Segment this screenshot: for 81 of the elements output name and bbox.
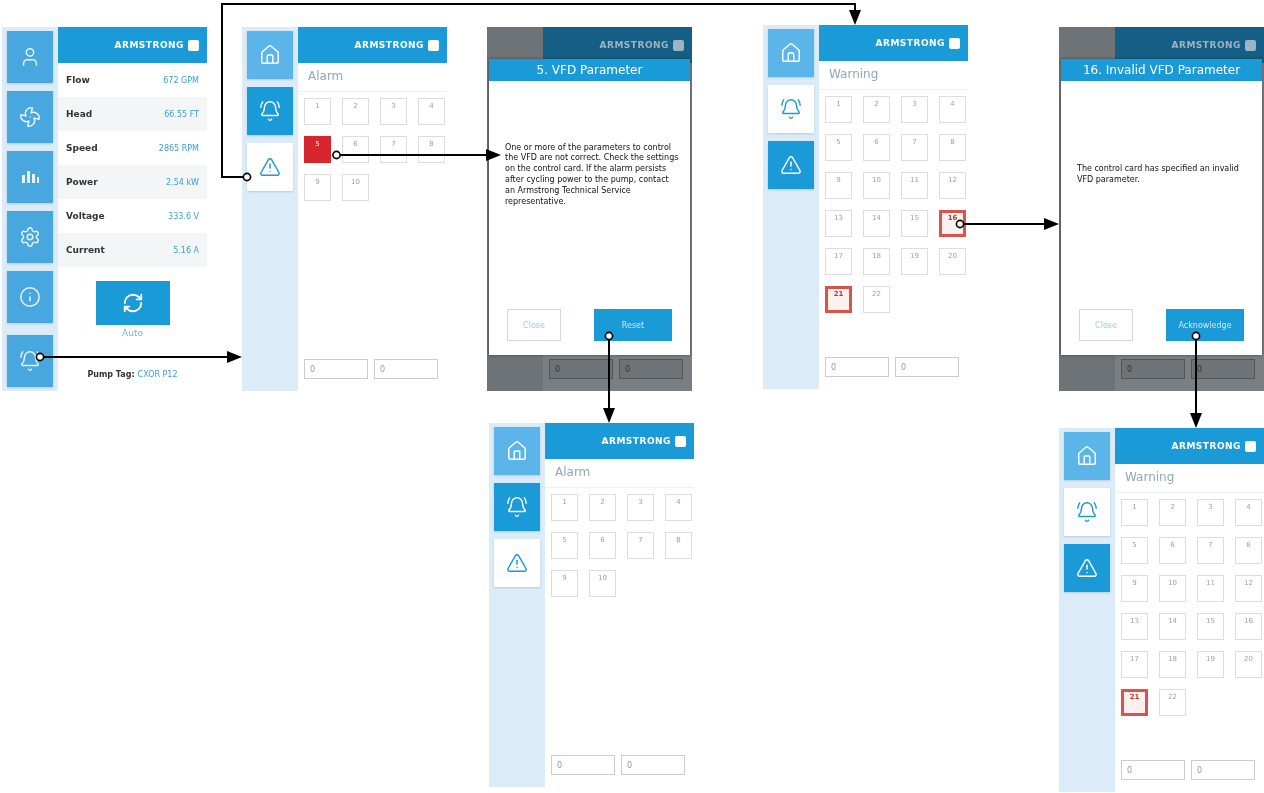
logo-icon [188,39,199,51]
confirm-button[interactable]: Acknowledge [1166,309,1244,341]
screen-title: Alarm [545,459,694,488]
home-icon [506,440,528,462]
logo-text: ARMSTRONG [1171,40,1241,50]
logo-text: ARMSTRONG [599,40,669,50]
dialog-message: One or more of the parameters to control the VFD are not correct. Check the settings on the control card. If the alarm persists after cycling power to the pump, contact an Armstrong Technical Service representative. [505,142,680,208]
nav-button[interactable] [768,141,814,189]
nav-button[interactable] [1064,544,1110,592]
confirm-button[interactable]: Reset [594,309,672,341]
reading-value: 66.55 FT [164,109,199,119]
reading-label: Voltage [66,211,105,221]
input-field[interactable]: 0 [1121,760,1185,780]
reading-value: 672 GPM [163,75,199,85]
reading-label: Flow [66,75,90,85]
close-button[interactable]: Close [507,309,561,341]
input-field[interactable]: 0 [895,357,959,377]
logo-text: ARMSTRONG [354,40,424,50]
logo-text: ARMSTRONG [875,38,945,48]
screen-title: Warning [1115,464,1264,493]
refresh-icon [121,292,144,314]
logo-text: ARMSTRONG [1171,441,1241,451]
home-icon [780,42,802,64]
reading-label: Current [66,245,105,255]
logo-icon [1245,39,1256,51]
warning-icon [780,154,802,176]
close-button[interactable]: Close [1079,309,1133,341]
dialog-title: 5. VFD Parameter [489,59,690,81]
input-field[interactable]: 0 [549,359,613,379]
warning-icon [1076,557,1098,579]
nav-button[interactable] [247,87,293,135]
reading-label: Power [66,177,98,187]
screen-title: Warning [819,61,968,90]
bell-icon [506,496,528,518]
mode-label: Auto [122,328,143,338]
reading-value: 5.16 A [173,245,199,255]
warning-icon [259,156,281,178]
screen-title: Alarm [298,63,447,92]
logo-icon [428,39,439,51]
nav-button[interactable] [247,143,293,191]
logo-text: ARMSTRONG [601,436,671,446]
input-field[interactable]: 0 [1191,359,1255,379]
warning-icon [506,552,528,574]
home-icon [1076,445,1098,467]
info-icon [19,286,41,308]
nav-button[interactable] [494,483,540,531]
bell-icon [780,98,802,120]
input-field[interactable]: 0 [304,359,368,379]
fan-icon [19,106,41,128]
input-field[interactable]: 0 [551,755,615,775]
pump-tag-label: Pump Tag: [87,370,135,379]
settings-icon [19,226,41,248]
logo-text: ARMSTRONG [114,40,184,50]
pump-tag-value: CXOR P12 [137,370,178,379]
dialog-message: The control card has specified an invalid VFD parameter. [1077,164,1240,186]
reading-value: 2865 RPM [158,143,199,153]
mode-button[interactable] [95,281,170,325]
dialog-title: 16. Invalid VFD Parameter [1061,59,1262,81]
logo-icon [949,37,960,49]
bell-icon [259,100,281,122]
reading-label: Head [66,109,93,119]
logo-icon [675,435,686,447]
nav-button[interactable] [494,539,540,587]
nav-button[interactable] [1064,488,1110,536]
logo-icon [673,39,684,51]
home-icon [259,44,281,66]
reading-value: 2.54 kW [166,177,199,187]
logo-icon [1245,440,1256,452]
input-field[interactable]: 0 [374,359,438,379]
input-field[interactable]: 0 [621,755,685,775]
nav-button[interactable] [7,335,53,387]
reading-label: Speed [66,143,98,153]
input-field[interactable]: 0 [619,359,683,379]
input-field[interactable]: 0 [825,357,889,377]
input-field[interactable]: 0 [1191,760,1255,780]
input-field[interactable]: 0 [1121,359,1185,379]
bell-icon [1076,501,1098,523]
bell-icon [19,350,41,372]
nav-button[interactable] [768,85,814,133]
reading-value: 333.6 V [168,211,199,221]
bar-chart-icon [21,171,39,183]
